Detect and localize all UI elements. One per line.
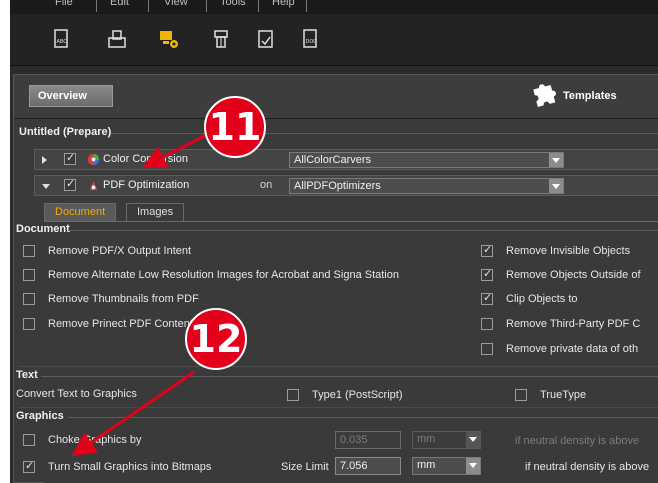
color-conversion-row[interactable]: Color Conversion AllColorCarvers bbox=[34, 149, 658, 170]
size-limit-unit-dropdown[interactable]: mm bbox=[412, 457, 481, 475]
checkbox[interactable] bbox=[481, 318, 493, 330]
section-divider bbox=[18, 366, 658, 367]
color-conversion-value: AllColorCarvers bbox=[294, 154, 372, 166]
option-label: Remove Objects Outside of bbox=[506, 269, 641, 281]
checkbox[interactable] bbox=[23, 269, 35, 281]
option-label: TrueType bbox=[540, 389, 587, 401]
section-divider bbox=[111, 133, 658, 134]
chevron-down-icon bbox=[549, 179, 563, 193]
abc-document-icon[interactable]: ABC bbox=[50, 28, 72, 50]
prepare-panel: Overview Templates Untitled (Prepare) Co… bbox=[13, 74, 658, 483]
choke-unit-dropdown[interactable]: mm bbox=[412, 431, 481, 449]
computer-gear-icon[interactable] bbox=[158, 28, 180, 50]
chevron-down-icon bbox=[466, 458, 480, 474]
panel-header: Overview Templates bbox=[14, 75, 658, 119]
option-label: Remove private data of oth bbox=[506, 343, 639, 355]
checkbox[interactable] bbox=[23, 293, 35, 305]
convert-text-label: Convert Text to Graphics bbox=[16, 388, 137, 400]
size-limit-input[interactable]: 7.056 bbox=[335, 457, 401, 475]
checkbox[interactable] bbox=[23, 245, 35, 257]
option-label: Remove Third-Party PDF C bbox=[506, 318, 641, 330]
overview-button[interactable]: Overview bbox=[29, 85, 113, 107]
color-conversion-checkbox[interactable] bbox=[64, 151, 76, 165]
option-label: Remove Invisible Objects bbox=[506, 245, 631, 257]
application-window: File Edit View Tools Help ABC DOC Overvi… bbox=[10, 0, 658, 483]
tab-document[interactable]: Document bbox=[44, 203, 117, 221]
section-divider bbox=[18, 407, 658, 408]
option-label: Clip Objects to bbox=[506, 293, 578, 305]
section-divider bbox=[68, 417, 658, 418]
option-label: Turn Small Graphics into Bitmaps bbox=[48, 461, 212, 473]
pdf-optimization-row[interactable]: PDF Optimization on AllPDFOptimizers bbox=[34, 175, 658, 196]
pdf-optimization-label: PDF Optimization bbox=[103, 179, 190, 191]
menu-help[interactable]: Help bbox=[272, 0, 295, 8]
callout-11-badge: 11 bbox=[204, 96, 266, 158]
menu-edit[interactable]: Edit bbox=[110, 0, 129, 8]
option-label: Remove Alternate Low Resolution Images f… bbox=[48, 269, 399, 281]
size-limit-label: Size Limit bbox=[281, 461, 329, 473]
color-conversion-dropdown[interactable]: AllColorCarvers bbox=[289, 152, 564, 168]
tab-images[interactable]: Images bbox=[126, 203, 185, 221]
option-label: Remove Thumbnails from PDF bbox=[48, 293, 199, 305]
puzzle-icon bbox=[533, 84, 556, 107]
doc-file-icon[interactable]: DOC bbox=[299, 28, 321, 50]
document-section-title: Document bbox=[16, 223, 70, 235]
menu-separator bbox=[96, 0, 97, 12]
svg-text:ABC: ABC bbox=[57, 39, 68, 45]
pdf-optimization-checkbox[interactable] bbox=[64, 177, 76, 191]
menu-separator bbox=[148, 0, 149, 12]
pdf-optimization-dropdown[interactable]: AllPDFOptimizers bbox=[289, 178, 564, 194]
svg-text:DOC: DOC bbox=[306, 39, 318, 45]
menu-separator bbox=[306, 0, 307, 12]
choke-unit-value: mm bbox=[417, 433, 436, 445]
callout-12-badge: 12 bbox=[185, 308, 247, 370]
expand-arrow-icon[interactable] bbox=[42, 156, 47, 164]
section-divider bbox=[41, 376, 658, 377]
menu-file[interactable]: File bbox=[55, 0, 73, 8]
pdf-optimization-settings: Document Images Document Remove PDF/X Ou… bbox=[16, 203, 658, 483]
option-label: Remove PDF/X Output Intent bbox=[48, 245, 192, 257]
chevron-down-icon bbox=[466, 432, 480, 448]
pdf-optimization-on-label: on bbox=[260, 179, 273, 191]
printer-icon[interactable] bbox=[106, 28, 128, 50]
section-title: Untitled (Prepare) bbox=[19, 126, 112, 138]
checkbox[interactable] bbox=[481, 243, 493, 257]
menu-view[interactable]: View bbox=[164, 0, 188, 8]
menu-tools[interactable]: Tools bbox=[220, 0, 246, 8]
menu-separator bbox=[206, 0, 207, 12]
collapse-arrow-icon[interactable] bbox=[42, 184, 50, 189]
checked-document-icon[interactable] bbox=[255, 28, 277, 50]
graphics-section-title: Graphics bbox=[16, 410, 64, 422]
checkbox[interactable] bbox=[481, 291, 493, 305]
checkbox[interactable] bbox=[287, 389, 299, 401]
text-section-title: Text bbox=[16, 369, 38, 381]
checkbox[interactable] bbox=[481, 267, 493, 281]
toolbar: ABC DOC bbox=[10, 14, 658, 66]
menu-bar: File Edit View Tools Help bbox=[10, 0, 658, 14]
checkbox[interactable] bbox=[23, 318, 35, 330]
menu-separator bbox=[258, 0, 259, 12]
checkbox[interactable] bbox=[481, 343, 493, 355]
checkbox[interactable] bbox=[23, 434, 35, 446]
checkbox[interactable] bbox=[515, 389, 527, 401]
option-label: Remove Prinect PDF Content bbox=[48, 318, 193, 330]
size-limit-unit-value: mm bbox=[417, 459, 436, 471]
color-conversion-label: Color Conversion bbox=[103, 153, 188, 165]
section-divider bbox=[68, 230, 658, 231]
option-label: Choke Graphics by bbox=[48, 434, 142, 446]
bitmap-neutral-density-label: if neutral density is above bbox=[525, 461, 650, 473]
option-label: Type1 (PostScript) bbox=[312, 389, 403, 401]
choke-amount-input[interactable]: 0.035 bbox=[335, 431, 401, 449]
pdf-optimization-value: AllPDFOptimizers bbox=[294, 180, 381, 192]
chevron-down-icon bbox=[549, 153, 563, 167]
pdf-optimize-icon bbox=[89, 180, 98, 191]
choke-neutral-density-label: if neutral density is above bbox=[515, 435, 640, 447]
color-wheel-icon bbox=[87, 153, 100, 166]
processor-icon[interactable] bbox=[210, 28, 232, 50]
checkbox[interactable] bbox=[23, 459, 35, 473]
tab-divider bbox=[44, 221, 658, 222]
templates-label: Templates bbox=[563, 90, 617, 102]
